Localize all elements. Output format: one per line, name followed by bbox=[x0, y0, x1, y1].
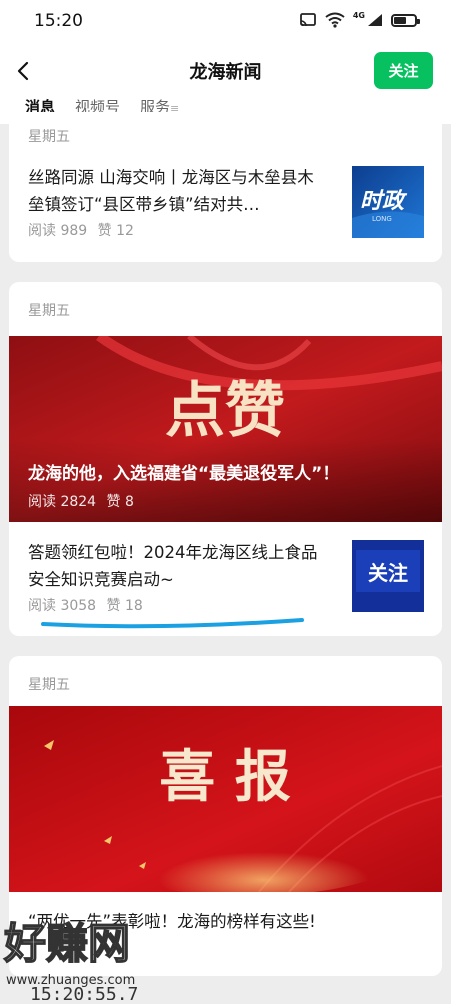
watermark-clock: 15:20:55.7 bbox=[30, 984, 138, 1000]
article-thumbnail[interactable]: 时政 LONG bbox=[352, 166, 424, 238]
cast-icon bbox=[299, 13, 316, 27]
thumbnail-image: 关注 bbox=[352, 540, 424, 612]
thumbnail-image: 时政 LONG bbox=[352, 166, 424, 238]
article-thumbnail[interactable]: 关注 bbox=[352, 540, 424, 612]
signal-icon bbox=[368, 14, 382, 26]
like-count: 赞 8 bbox=[106, 494, 134, 510]
status-time: 15:20 bbox=[34, 11, 83, 31]
wifi-icon bbox=[325, 12, 345, 28]
message-card: 星期五 丝路同源 山海交响丨龙海区与木垒县木垒镇签订“县区带乡镇”结对共… 阅读… bbox=[9, 112, 442, 262]
article-banner[interactable]: 点赞 龙海的他，入选福建省“最美退役军人”！ 阅读 2824 赞 8 bbox=[9, 336, 442, 522]
watermark-logo: 好赚网 www.zhuanges.com 15:20:55.7 bbox=[2, 918, 138, 1004]
article-banner[interactable]: 喜 报 bbox=[9, 706, 442, 892]
day-label: 星期五 bbox=[28, 303, 70, 319]
underline-annotation bbox=[41, 618, 304, 629]
day-label: 星期五 bbox=[28, 129, 70, 145]
banner-image: 喜 报 bbox=[9, 706, 442, 892]
status-icons: 4G bbox=[299, 10, 420, 28]
banner-stats: 阅读 2824 赞 8 bbox=[28, 491, 134, 511]
message-card: 星期五 点赞 龙海的他，入选福建省“最美退役军人”！ 阅读 282 bbox=[9, 282, 442, 636]
thumbnail-text: 关注 bbox=[368, 561, 408, 585]
follow-button[interactable]: 关注 bbox=[374, 52, 433, 89]
battery-icon bbox=[391, 13, 420, 27]
watermark: 好赚网 www.zhuanges.com 15:20:55.7 bbox=[0, 912, 200, 1004]
like-count: 赞 12 bbox=[97, 223, 134, 239]
banner-title: 龙海的他，入选福建省“最美退役军人”！ bbox=[28, 464, 340, 484]
article-stats: 阅读 989 赞 12 bbox=[28, 220, 134, 240]
status-bar: 15:20 4G bbox=[0, 0, 451, 44]
banner-image-text: 喜 报 bbox=[159, 744, 291, 810]
battery-level bbox=[394, 16, 407, 24]
read-count: 阅读 2824 bbox=[28, 494, 97, 510]
thumbnail-text: 时政 bbox=[360, 189, 408, 214]
network-type: 4G bbox=[352, 10, 365, 20]
thumbnail-subtext: LONG bbox=[372, 215, 392, 223]
article-title[interactable]: 丝路同源 山海交响丨龙海区与木垒县木垒镇签订“县区带乡镇”结对共… bbox=[28, 164, 328, 218]
day-label: 星期五 bbox=[28, 677, 70, 693]
article-title[interactable]: 答题领红包啦！2024年龙海区线上食品安全知识竞赛启动~ bbox=[28, 539, 328, 593]
read-count: 阅读 989 bbox=[28, 223, 88, 239]
watermark-text: 好赚网 bbox=[3, 919, 130, 968]
